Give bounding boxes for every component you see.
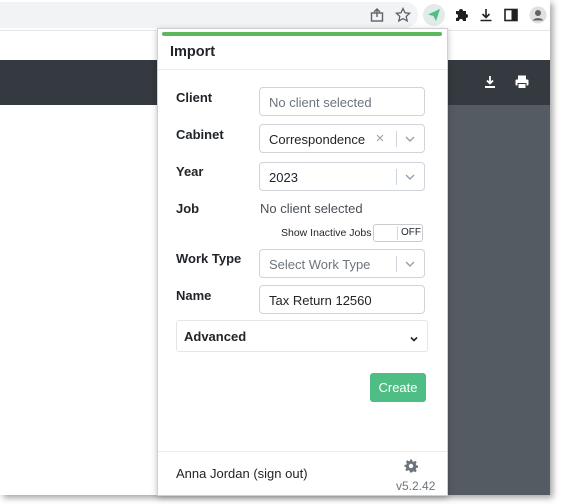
download-icon[interactable]	[480, 72, 500, 92]
version-label: v5.2.42	[396, 479, 436, 493]
show-inactive-jobs-label: Show Inactive Jobs	[281, 227, 372, 239]
clear-icon[interactable]: ×	[373, 131, 387, 147]
user-signout-link[interactable]: Anna Jordan (sign out)	[176, 466, 308, 481]
work-type-select[interactable]: Select Work Type	[259, 249, 425, 278]
popup-title: Import	[170, 44, 216, 60]
year-select[interactable]: 2023	[259, 162, 425, 191]
divider	[158, 69, 447, 70]
select-separator	[396, 131, 397, 147]
import-popup: Import Client No client selected Cabinet…	[157, 28, 448, 496]
job-label: Job	[176, 201, 200, 216]
client-placeholder: No client selected	[269, 95, 372, 110]
chevron-down-icon[interactable]	[404, 133, 416, 145]
work-type-placeholder: Select Work Type	[269, 257, 371, 272]
chevron-down-icon[interactable]	[404, 258, 416, 270]
cabinet-value: Correspondence	[269, 132, 366, 147]
address-bar[interactable]	[0, 2, 418, 28]
select-separator	[396, 256, 397, 272]
chevron-down-icon[interactable]	[404, 171, 416, 183]
show-inactive-jobs-toggle[interactable]: OFF	[373, 224, 423, 242]
name-value: Tax Return 12560	[269, 293, 372, 308]
client-label: Client	[176, 90, 213, 105]
chevron-down-icon	[409, 330, 419, 342]
profile-icon[interactable]	[527, 4, 549, 26]
year-value: 2023	[269, 170, 298, 185]
browser-toolbar	[0, 0, 550, 31]
toggle-state: OFF	[401, 227, 421, 238]
client-input[interactable]: No client selected	[259, 87, 425, 116]
app-content-panel	[440, 105, 550, 495]
share-icon[interactable]	[366, 4, 388, 26]
create-button[interactable]: Create	[370, 373, 426, 402]
print-icon[interactable]	[512, 72, 532, 92]
extension-send-icon[interactable]	[423, 4, 445, 26]
cabinet-label: Cabinet	[176, 127, 224, 142]
job-value: No client selected	[260, 201, 363, 216]
popup-accent-bar	[162, 32, 442, 36]
download-icon[interactable]	[475, 4, 497, 26]
work-type-label: Work Type	[176, 251, 242, 266]
divider	[158, 451, 447, 452]
name-input[interactable]: Tax Return 12560	[259, 285, 425, 314]
cabinet-select[interactable]: Correspondence ×	[259, 124, 425, 153]
gear-icon[interactable]	[404, 459, 419, 473]
advanced-label: Advanced	[184, 329, 247, 344]
name-label: Name	[176, 288, 212, 303]
star-icon[interactable]	[392, 4, 414, 26]
select-separator	[396, 169, 397, 185]
puzzle-icon[interactable]	[450, 4, 472, 26]
year-label: Year	[176, 164, 204, 179]
side-panel-icon[interactable]	[500, 4, 522, 26]
advanced-section-toggle[interactable]: Advanced	[176, 320, 428, 352]
toggle-knob	[375, 226, 398, 240]
